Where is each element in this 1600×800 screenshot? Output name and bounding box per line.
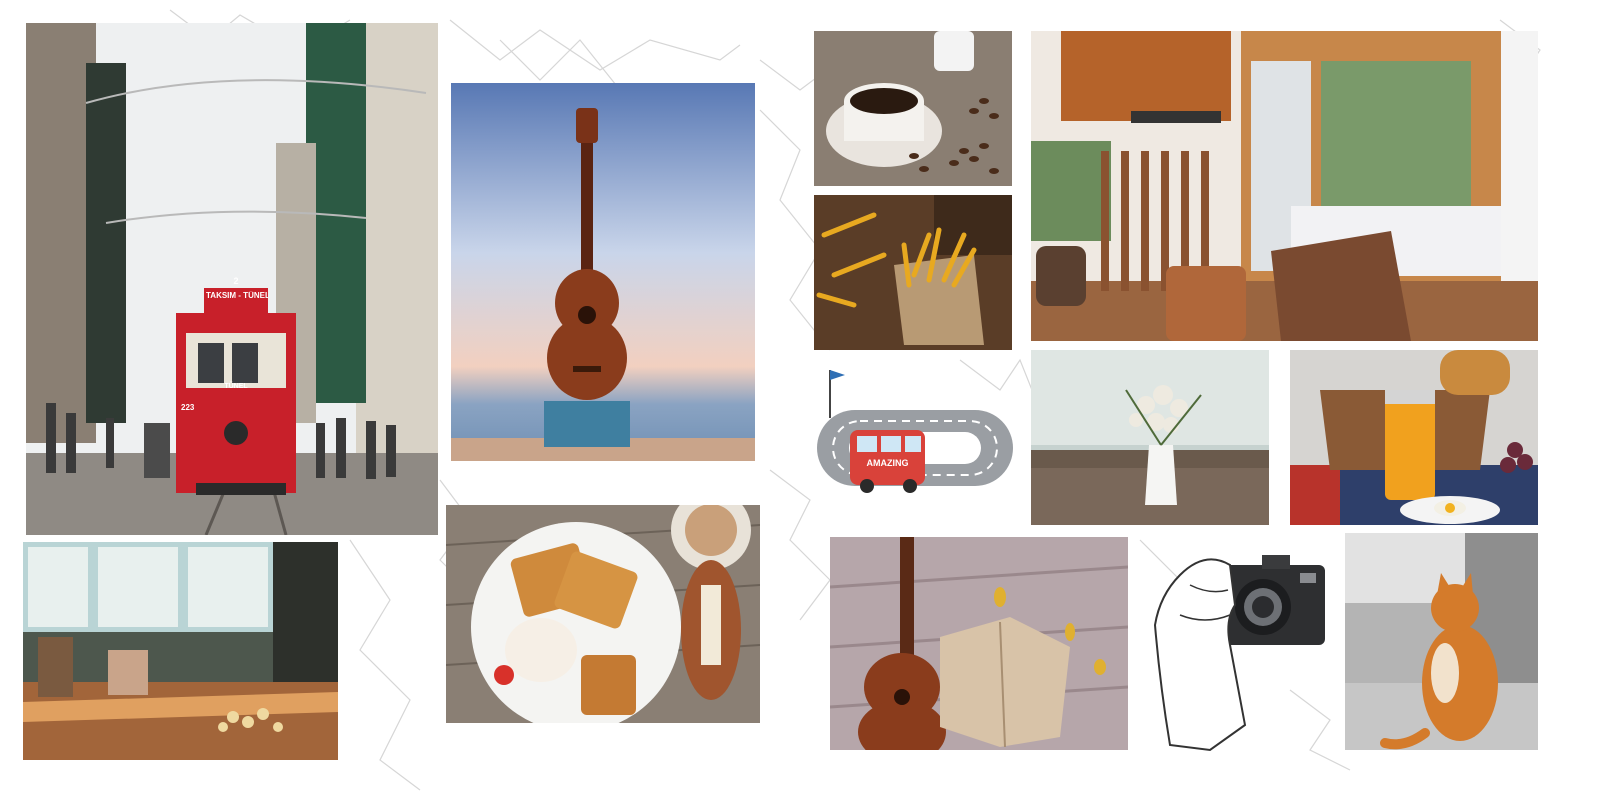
photo-wooden-terrace [1031,31,1538,341]
photo-ukulele-book [830,537,1128,750]
tram-destination-sign: TAKSIM - TÜNEL [206,291,268,300]
photo-window-sill [23,542,338,760]
toy-bus-label: AMAZING [866,458,909,468]
illustration-toy-bus-road: AMAZING [805,360,1020,525]
tram-fleet-number: 223 [181,403,195,412]
illustration-hand-camera [1150,545,1330,755]
photo-fries [814,195,1012,350]
photo-tram-street: TAKSIM - TÜNEL 2 TÜNEL 223 [26,23,438,535]
photo-ukulele-sky [451,83,755,461]
photo-breakfast-juice [1290,350,1538,525]
tram-route-number: 2 [233,276,239,286]
photo-flower-vase [1031,350,1269,525]
photo-orange-cat [1345,533,1538,750]
tram-side-label: TÜNEL [224,383,248,390]
photo-coffee-beans [814,31,1012,186]
photo-waffle-plate [446,505,760,723]
